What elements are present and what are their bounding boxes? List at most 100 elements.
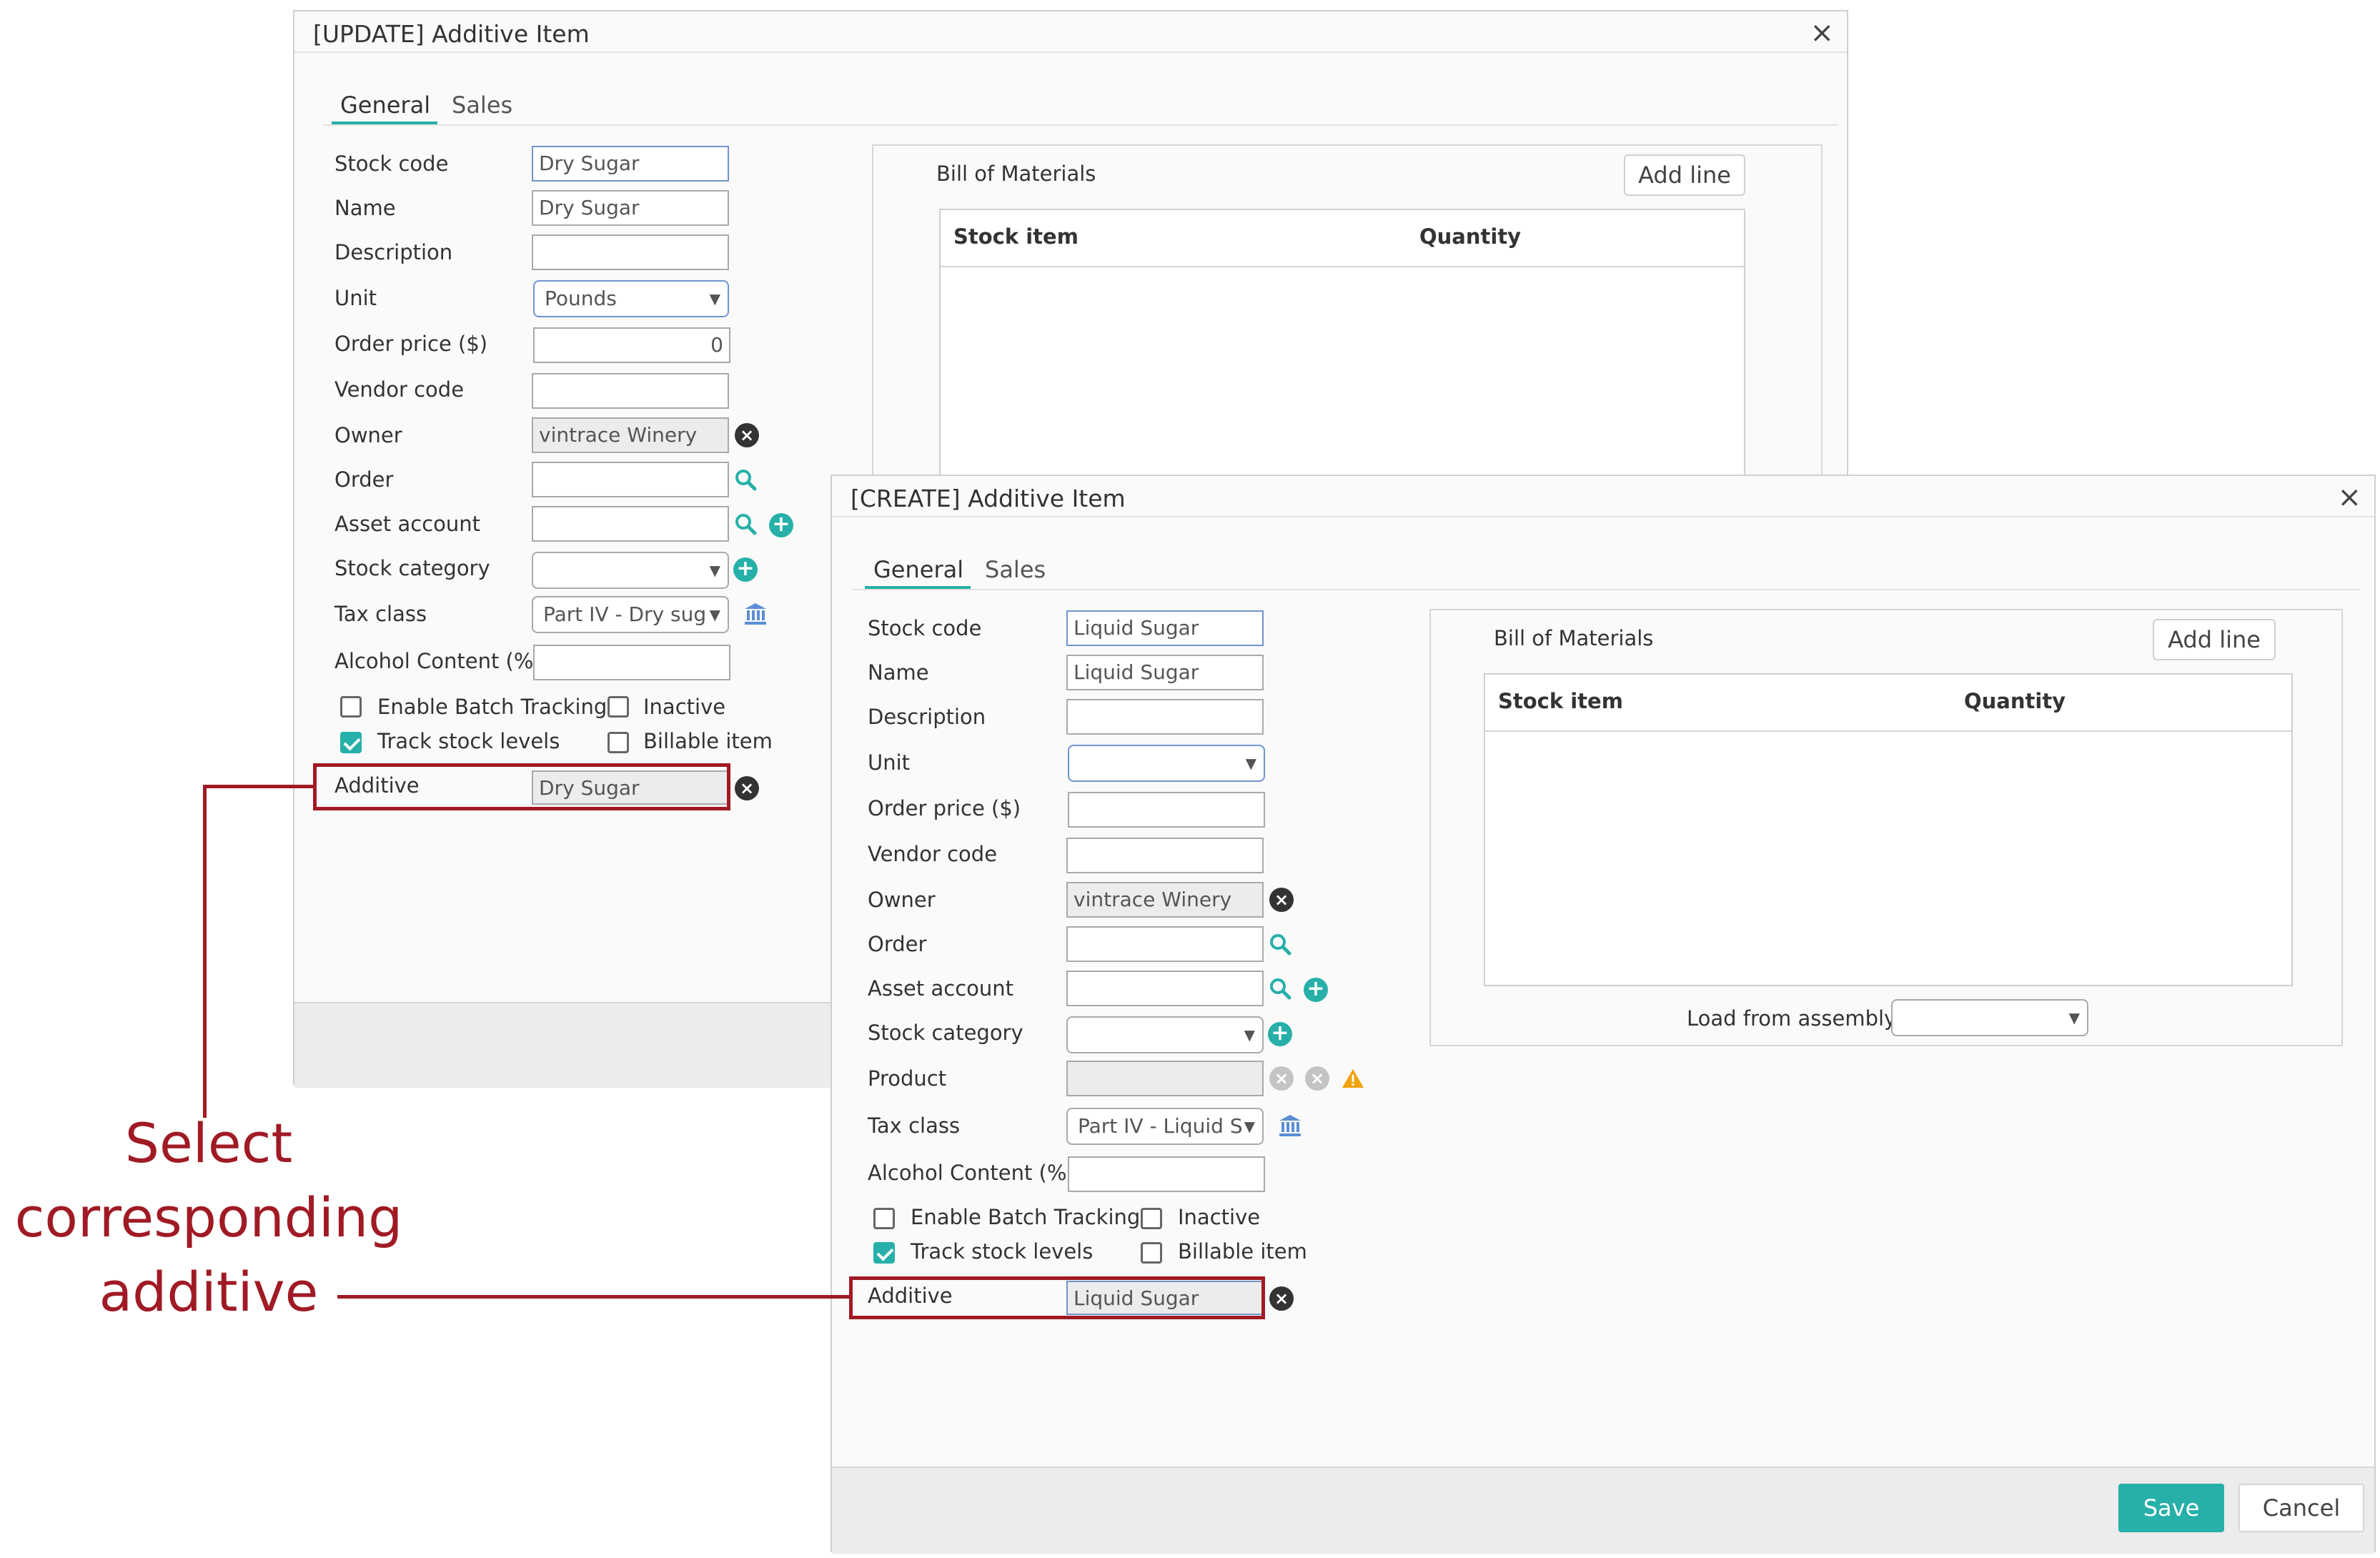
add-icon[interactable]: + [769, 513, 793, 537]
label-stock-category: Stock category [334, 556, 490, 580]
bom-title: Bill of Materials [936, 162, 1096, 186]
annotation-line-2: corresponding [14, 1186, 403, 1249]
tab-sales[interactable]: Sales [985, 556, 1046, 583]
save-button[interactable]: Save [2118, 1484, 2224, 1532]
billable-checkbox[interactable] [1141, 1242, 1162, 1264]
product-input[interactable] [1066, 1061, 1264, 1096]
label-order-price: Order price ($) [334, 332, 488, 356]
unit-select[interactable]: Pounds ▼ [533, 280, 729, 317]
inactive-checkbox[interactable] [608, 696, 629, 718]
clear-icon[interactable]: × [735, 423, 759, 447]
add-icon[interactable]: + [733, 557, 758, 582]
stock-code-input[interactable]: Dry Sugar [532, 146, 729, 182]
alcohol-content-input[interactable] [533, 645, 730, 680]
warning-icon [1342, 1069, 1364, 1088]
highlight-box-create-additive [849, 1276, 1265, 1319]
name-input[interactable]: Dry Sugar [532, 190, 729, 226]
label-vendor-code: Vendor code [868, 842, 998, 866]
tax-class-select[interactable]: Part IV - Dry sug ▼ [532, 596, 729, 633]
bom-grid-header: Stock item Quantity [1485, 675, 2291, 732]
label-owner: Owner [868, 888, 936, 912]
alcohol-content-input[interactable] [1068, 1156, 1265, 1192]
chevron-down-icon: ▼ [2068, 1009, 2080, 1026]
cancel-button[interactable]: Cancel [2238, 1484, 2364, 1532]
add-line-button[interactable]: Add line [1624, 154, 1745, 196]
clear-icon[interactable]: × [1269, 1066, 1294, 1091]
highlight-box-update-additive [313, 763, 730, 810]
clear-icon[interactable]: × [1269, 1286, 1294, 1311]
tab-sales[interactable]: Sales [452, 91, 512, 119]
clear-icon[interactable]: × [1305, 1066, 1329, 1091]
track-stock-checkbox[interactable] [340, 732, 362, 753]
description-input[interactable] [1066, 699, 1264, 735]
label-unit: Unit [334, 286, 377, 310]
label-vendor-code: Vendor code [334, 377, 465, 402]
track-stock-checkbox[interactable] [873, 1242, 895, 1264]
load-from-assembly-label: Load from assembly [1687, 1006, 1897, 1031]
owner-input[interactable]: vintrace Winery [532, 417, 729, 453]
unit-value: Pounds [545, 287, 617, 310]
label-description: Description [868, 705, 986, 729]
owner-input[interactable]: vintrace Winery [1066, 882, 1264, 918]
track-stock-label: Track stock levels [377, 729, 560, 753]
order-price-input[interactable]: 0 [533, 327, 730, 363]
tab-general[interactable]: General [340, 91, 430, 119]
enable-batch-label: Enable Batch Tracking [377, 695, 608, 719]
stock-category-select[interactable]: ▼ [1066, 1016, 1264, 1053]
label-owner: Owner [334, 423, 402, 447]
stock-code-input[interactable]: Liquid Sugar [1066, 610, 1264, 646]
label-stock-category: Stock category [868, 1021, 1023, 1045]
close-icon[interactable]: × [1810, 19, 1834, 47]
asset-account-input[interactable] [532, 506, 729, 542]
callout-line-vertical [203, 785, 207, 1118]
bill-of-materials-panel: Bill of Materials Add line Stock item Qu… [1429, 609, 2343, 1046]
create-dialog: [CREATE] Additive Item × General Sales S… [830, 475, 2376, 1554]
tab-divider [323, 124, 1838, 126]
billable-label: Billable item [643, 729, 773, 753]
inactive-checkbox[interactable] [1141, 1208, 1162, 1229]
column-header-stock-item[interactable]: Stock item [1498, 689, 1623, 713]
unit-select[interactable]: ▼ [1068, 745, 1265, 782]
stock-category-select[interactable]: ▼ [532, 552, 729, 589]
bank-icon[interactable] [743, 602, 768, 626]
chevron-down-icon: ▼ [1244, 1118, 1255, 1135]
annotation-line-3: additive [99, 1260, 319, 1324]
search-icon[interactable] [733, 467, 758, 492]
order-input[interactable] [532, 462, 729, 497]
search-icon[interactable] [1268, 976, 1292, 1001]
column-header-stock-item[interactable]: Stock item [953, 224, 1079, 249]
vendor-code-input[interactable] [532, 373, 729, 409]
column-header-quantity[interactable]: Quantity [1419, 224, 1521, 249]
label-name: Name [334, 196, 396, 220]
clear-icon[interactable]: × [1269, 888, 1294, 912]
tab-general[interactable]: General [873, 556, 963, 583]
label-tax-class: Tax class [334, 602, 427, 626]
bank-icon[interactable] [1278, 1113, 1302, 1138]
enable-batch-checkbox[interactable] [873, 1208, 895, 1229]
search-icon[interactable] [1268, 932, 1292, 956]
add-icon[interactable]: + [1304, 978, 1328, 1002]
close-icon[interactable]: × [2337, 483, 2361, 512]
chevron-down-icon: ▼ [709, 562, 720, 579]
track-stock-label: Track stock levels [911, 1239, 1094, 1264]
label-alcohol-content: Alcohol Content (%) [868, 1161, 1075, 1185]
clear-icon[interactable]: × [735, 776, 759, 800]
name-input[interactable]: Liquid Sugar [1066, 655, 1264, 690]
add-line-button[interactable]: Add line [2153, 619, 2276, 660]
billable-checkbox[interactable] [608, 732, 629, 753]
chevron-down-icon: ▼ [1245, 755, 1256, 772]
tax-class-select[interactable]: Part IV - Liquid S ▼ [1066, 1108, 1264, 1145]
label-order: Order [334, 467, 394, 492]
asset-account-input[interactable] [1066, 971, 1264, 1006]
column-header-quantity[interactable]: Quantity [1964, 689, 2066, 713]
description-input[interactable] [532, 234, 729, 270]
order-price-input[interactable] [1068, 792, 1265, 828]
add-icon[interactable]: + [1268, 1022, 1292, 1046]
load-from-assembly-select[interactable]: ▼ [1891, 999, 2088, 1036]
vendor-code-input[interactable] [1066, 838, 1264, 873]
search-icon[interactable] [733, 512, 758, 536]
enable-batch-checkbox[interactable] [340, 696, 362, 718]
tab-divider [852, 589, 2360, 590]
label-tax-class: Tax class [868, 1113, 961, 1138]
order-input[interactable] [1066, 926, 1264, 962]
